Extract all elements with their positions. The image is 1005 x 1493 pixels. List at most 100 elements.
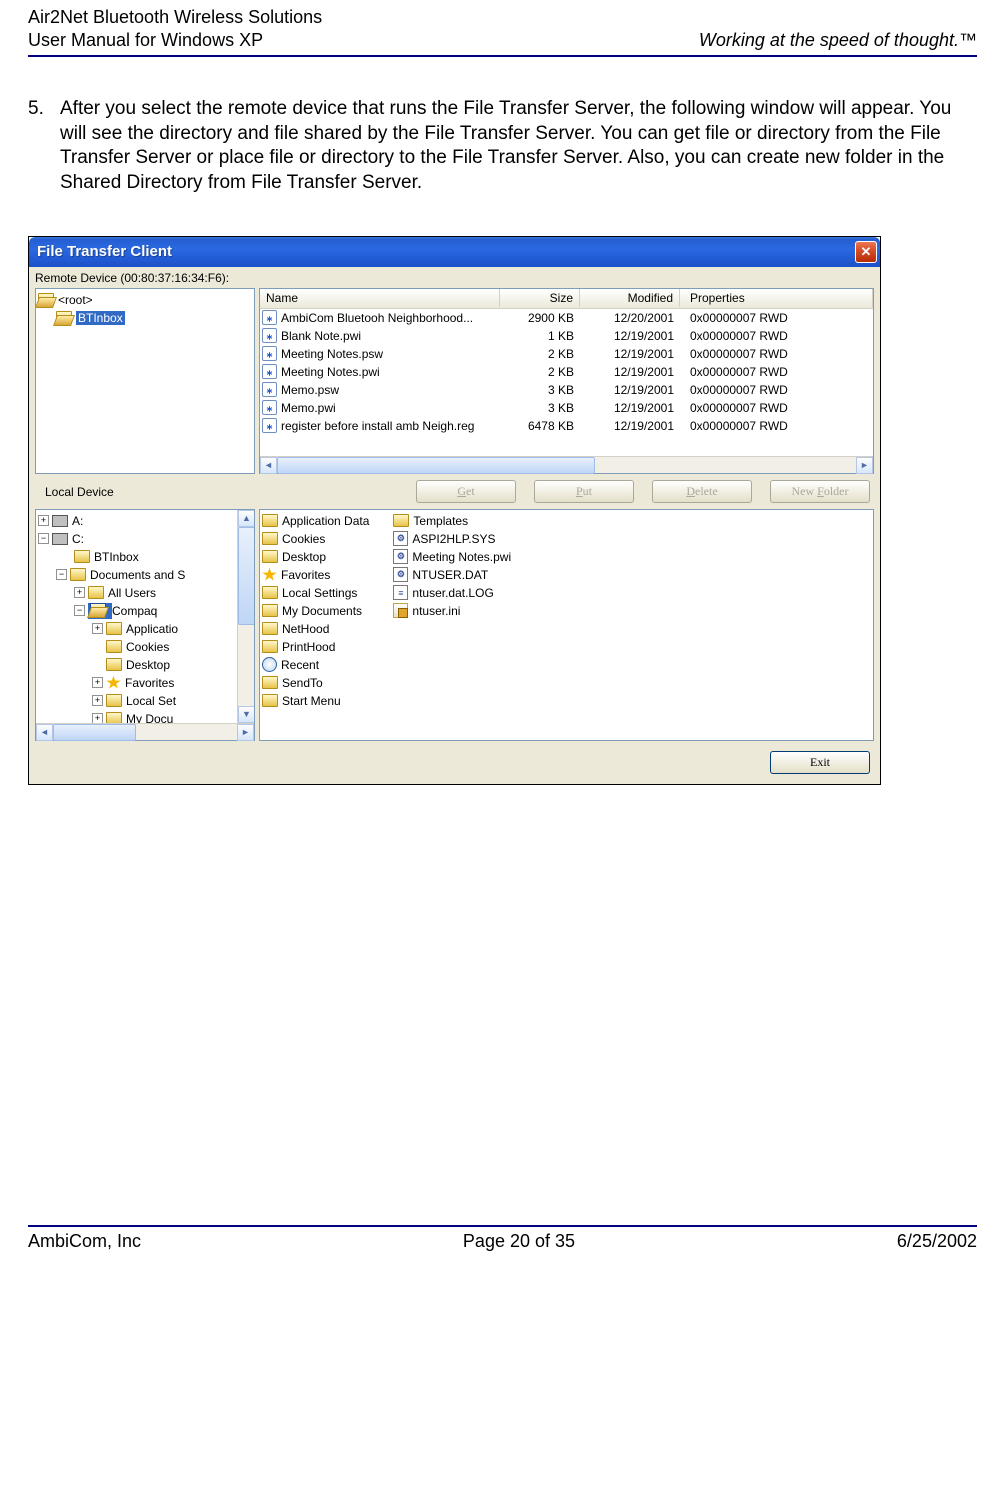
scroll-left-icon[interactable]: ◄ <box>260 457 277 474</box>
item-label: Favorites <box>281 568 330 582</box>
folder-allusers[interactable]: All Users <box>108 586 156 600</box>
bluetooth-icon: ⁎ <box>262 328 277 343</box>
expander-icon[interactable]: + <box>74 587 85 598</box>
item-label: ntuser.ini <box>412 604 460 618</box>
table-row[interactable]: ⁎Blank Note.pwi1 KB12/19/20010x00000007 … <box>260 327 873 345</box>
list-item[interactable]: ntuser.ini <box>393 602 511 620</box>
file-properties: 0x00000007 RWD <box>680 383 873 397</box>
table-row[interactable]: ⁎Meeting Notes.pwi2 KB12/19/20010x000000… <box>260 363 873 381</box>
expander-icon[interactable]: + <box>38 515 49 526</box>
folder-compaq[interactable]: Compaq <box>112 604 157 618</box>
table-row[interactable]: ⁎Meeting Notes.psw2 KB12/19/20010x000000… <box>260 345 873 363</box>
h-scrollbar[interactable]: ◄ ► <box>36 723 254 740</box>
bluetooth-icon: ⁎ <box>262 400 277 415</box>
expander-icon[interactable]: + <box>92 677 103 688</box>
list-item[interactable]: Desktop <box>262 548 369 566</box>
folder-icon <box>106 694 122 707</box>
file-size: 2 KB <box>500 347 580 361</box>
step-paragraph: 5. After you select the remote device th… <box>28 97 977 196</box>
list-item[interactable]: Recent <box>262 656 369 674</box>
get-button[interactable]: Get <box>416 480 516 503</box>
list-item[interactable]: Favorites <box>262 566 369 584</box>
close-button[interactable]: ✕ <box>855 241 877 263</box>
item-label: ntuser.dat.LOG <box>412 586 493 600</box>
list-item[interactable]: Cookies <box>262 530 369 548</box>
folder-favorites[interactable]: Favorites <box>125 676 174 690</box>
file-modified: 12/19/2001 <box>580 401 680 415</box>
expander-icon[interactable]: − <box>56 569 67 580</box>
folder-icon <box>262 694 278 707</box>
remote-tree[interactable]: <root> BTInbox <box>35 288 255 474</box>
list-item[interactable]: NetHood <box>262 620 369 638</box>
text-file-icon: ≡ <box>393 585 408 600</box>
scroll-left-icon[interactable]: ◄ <box>36 724 53 741</box>
list-item[interactable]: ⚙Meeting Notes.pwi <box>393 548 511 566</box>
drive-c[interactable]: C: <box>72 532 84 546</box>
col-modified[interactable]: Modified <box>580 289 680 307</box>
col-properties[interactable]: Properties <box>680 289 873 307</box>
expander-icon[interactable]: + <box>92 713 103 723</box>
table-row[interactable]: ⁎Memo.psw3 KB12/19/20010x00000007 RWD <box>260 381 873 399</box>
file-modified: 12/19/2001 <box>580 383 680 397</box>
folder-mydocu[interactable]: My Docu <box>126 712 173 723</box>
local-tree[interactable]: + A: − C: BTInbox − Documents and S + All Us… <box>35 509 255 741</box>
col-name[interactable]: Name <box>260 289 500 307</box>
table-row[interactable]: ⁎register before install amb Neigh.reg64… <box>260 417 873 435</box>
file-name: Memo.psw <box>281 383 339 397</box>
exit-button[interactable]: Exit <box>770 751 870 774</box>
new-folder-button[interactable]: New Folder <box>770 480 870 503</box>
scroll-right-icon[interactable]: ► <box>237 724 254 741</box>
expander-icon[interactable]: − <box>38 533 49 544</box>
delete-button[interactable]: Delete <box>652 480 752 503</box>
list-item[interactable]: Local Settings <box>262 584 369 602</box>
table-row[interactable]: ⁎AmbiCom Bluetooh Neighborhood...2900 KB… <box>260 309 873 327</box>
list-item[interactable]: SendTo <box>262 674 369 692</box>
folder-applicatio[interactable]: Applicatio <box>126 622 178 636</box>
list-item[interactable]: My Documents <box>262 602 369 620</box>
local-file-list[interactable]: Application Data CookiesDesktop Favorites L… <box>259 509 874 741</box>
file-properties: 0x00000007 RWD <box>680 365 873 379</box>
expander-icon[interactable]: + <box>92 623 103 634</box>
put-button[interactable]: Put <box>534 480 634 503</box>
expander-icon[interactable]: − <box>74 605 85 616</box>
tree-selected-item[interactable]: BTInbox <box>76 311 125 325</box>
file-name: Meeting Notes.psw <box>281 347 383 361</box>
folder-desktop[interactable]: Desktop <box>126 658 170 672</box>
list-item[interactable]: Application Data <box>262 512 369 530</box>
v-scrollbar[interactable]: ▲ ▼ <box>237 510 254 723</box>
expander-icon[interactable]: + <box>92 695 103 706</box>
col-size[interactable]: Size <box>500 289 580 307</box>
item-label: Recent <box>281 658 319 672</box>
item-label: PrintHood <box>282 640 335 654</box>
folder-btinbox[interactable]: BTInbox <box>94 550 139 564</box>
file-name: Blank Note.pwi <box>281 329 361 343</box>
folder-localset[interactable]: Local Set <box>126 694 176 708</box>
scroll-up-icon[interactable]: ▲ <box>238 510 254 527</box>
list-item[interactable]: Start Menu <box>262 692 369 710</box>
table-row[interactable]: ⁎Memo.pwi3 KB12/19/20010x00000007 RWD <box>260 399 873 417</box>
step-text: After you select the remote device that … <box>60 97 977 196</box>
list-item[interactable]: Templates <box>393 512 511 530</box>
list-item[interactable]: PrintHood <box>262 638 369 656</box>
list-item[interactable]: ⚙NTUSER.DAT <box>393 566 511 584</box>
scroll-right-icon[interactable]: ► <box>856 457 873 474</box>
bluetooth-icon: ⁎ <box>262 382 277 397</box>
h-scrollbar[interactable]: ◄ ► <box>260 456 873 473</box>
column-headers[interactable]: Name Size Modified Properties <box>260 289 873 309</box>
drive-a[interactable]: A: <box>72 514 83 528</box>
list-item[interactable]: ≡ ntuser.dat.LOG <box>393 584 511 602</box>
file-modified: 12/19/2001 <box>580 347 680 361</box>
remote-file-list[interactable]: Name Size Modified Properties ⁎AmbiCom B… <box>259 288 874 474</box>
file-size: 3 KB <box>500 401 580 415</box>
folder-docs[interactable]: Documents and S <box>90 568 185 582</box>
folder-cookies[interactable]: Cookies <box>126 640 169 654</box>
scroll-down-icon[interactable]: ▼ <box>238 706 254 723</box>
folder-icon <box>262 676 278 689</box>
bluetooth-icon: ⁎ <box>262 310 277 325</box>
list-item[interactable]: ⚙ASPI2HLP.SYS <box>393 530 511 548</box>
file-modified: 12/20/2001 <box>580 311 680 325</box>
star-icon <box>106 676 121 690</box>
item-label: Application Data <box>282 514 369 528</box>
drive-icon <box>52 515 68 527</box>
titlebar[interactable]: File Transfer Client ✕ <box>29 237 880 267</box>
